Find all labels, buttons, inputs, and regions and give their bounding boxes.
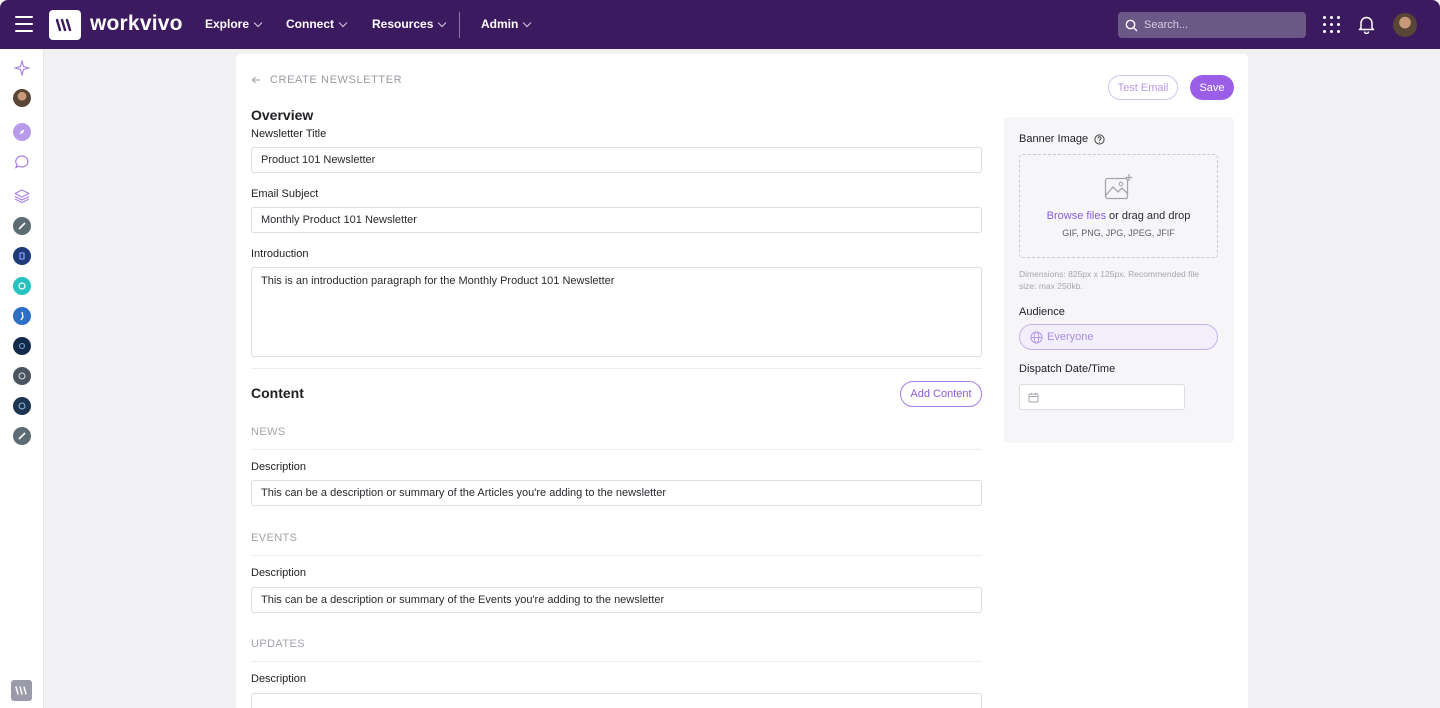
updates-description-input[interactable] — [251, 693, 982, 708]
nav-connect[interactable]: Connect — [286, 17, 348, 31]
chevron-down-icon — [523, 18, 532, 27]
space-icon[interactable] — [13, 397, 31, 415]
introduction-label: Introduction — [251, 248, 309, 260]
nav-resources[interactable]: Resources — [372, 17, 447, 31]
avatar[interactable] — [13, 89, 31, 107]
newsletter-settings-panel: Banner Image Browse files or drag and dr… — [1004, 117, 1234, 443]
banner-hint: Dimensions: 825px x 125px. Recommended f… — [1019, 269, 1200, 291]
nav-resources-label: Resources — [372, 17, 434, 31]
events-description-label: Description — [251, 567, 307, 579]
audience-label: Audience — [1019, 306, 1065, 318]
globe-icon — [1030, 331, 1043, 343]
nav-admin[interactable]: Admin — [481, 17, 532, 31]
email-subject-label: Email Subject — [251, 188, 319, 200]
divider — [251, 661, 982, 662]
divider — [251, 555, 982, 556]
banner-dropzone[interactable]: Browse files or drag and drop GIF, PNG, … — [1019, 154, 1218, 258]
left-rail — [0, 49, 44, 708]
space-icon[interactable] — [13, 307, 31, 325]
space-icon[interactable] — [13, 427, 31, 445]
audience-value: Everyone — [1047, 331, 1094, 343]
space-icon[interactable] — [13, 367, 31, 385]
apps-grid-icon[interactable] — [1323, 16, 1340, 33]
search-box[interactable] — [1118, 12, 1306, 38]
audience-select[interactable]: Everyone — [1019, 324, 1218, 350]
newsletter-title-label: Newsletter Title — [251, 128, 327, 140]
workvivo-logo-icon[interactable] — [49, 10, 81, 40]
add-content-button[interactable]: Add Content — [900, 381, 982, 407]
chevron-down-icon — [253, 18, 263, 27]
add-image-icon — [1104, 174, 1133, 200]
compass-icon[interactable] — [13, 123, 31, 141]
dispatch-date-input[interactable] — [1019, 384, 1185, 410]
content-heading: Content — [251, 385, 304, 401]
page-title: CREATE NEWSLETTER — [270, 74, 403, 86]
banner-image-label: Banner Image — [1019, 133, 1105, 145]
back-link[interactable]: CREATE NEWSLETTER — [251, 74, 402, 86]
overview-heading: Overview — [251, 107, 314, 123]
sparkle-icon[interactable] — [13, 59, 31, 77]
space-icon[interactable] — [13, 277, 31, 295]
arrow-left-icon — [251, 76, 260, 84]
chevron-down-icon — [338, 18, 348, 27]
top-bar: workvivo Explore Connect Resources Admin — [0, 0, 1440, 49]
browse-files-link[interactable]: Browse files — [1047, 210, 1106, 222]
brand-name: workvivo — [90, 12, 183, 35]
calendar-icon — [1028, 392, 1039, 402]
updates-description-label: Description — [251, 673, 307, 685]
events-heading: EVENTS — [251, 532, 298, 544]
test-email-button[interactable]: Test Email — [1108, 75, 1178, 100]
newsletter-editor-card: CREATE NEWSLETTER Test Email Save Overvi… — [236, 54, 1248, 708]
nav-explore-label: Explore — [205, 17, 250, 31]
dropzone-text: Browse files or drag and drop — [1020, 210, 1217, 222]
space-icon[interactable] — [13, 217, 31, 235]
help-icon[interactable] — [1094, 133, 1105, 145]
menu-icon[interactable] — [15, 16, 33, 32]
nav-divider — [459, 12, 460, 38]
newsletter-title-input[interactable] — [251, 147, 982, 173]
nav-explore[interactable]: Explore — [205, 17, 263, 31]
save-button[interactable]: Save — [1190, 75, 1234, 100]
news-heading: NEWS — [251, 426, 286, 438]
email-subject-input[interactable] — [251, 207, 982, 233]
search-icon — [1125, 19, 1138, 31]
drag-drop-text: or drag and drop — [1105, 210, 1191, 222]
events-description-input[interactable] — [251, 587, 982, 613]
space-icon[interactable] — [13, 337, 31, 355]
dispatch-label: Dispatch Date/Time — [1019, 363, 1116, 375]
bell-icon[interactable] — [1357, 14, 1376, 37]
search-input[interactable] — [1144, 19, 1294, 31]
news-description-label: Description — [251, 461, 307, 473]
updates-heading: UPDATES — [251, 638, 305, 650]
nav-admin-label: Admin — [481, 17, 519, 31]
banner-image-label-text: Banner Image — [1019, 133, 1089, 145]
divider — [251, 449, 982, 450]
workvivo-rail-logo-icon[interactable] — [11, 680, 32, 701]
user-avatar[interactable] — [1393, 13, 1417, 37]
chevron-down-icon — [438, 18, 447, 27]
divider — [251, 368, 982, 369]
layers-icon[interactable] — [13, 187, 31, 205]
file-formats: GIF, PNG, JPG, JPEG, JFIF — [1062, 228, 1175, 238]
news-description-input[interactable] — [251, 480, 982, 506]
chat-icon[interactable] — [13, 153, 31, 171]
introduction-textarea[interactable]: This is an introduction paragraph for th… — [251, 267, 982, 357]
nav-connect-label: Connect — [286, 17, 334, 31]
space-icon[interactable] — [13, 247, 31, 265]
